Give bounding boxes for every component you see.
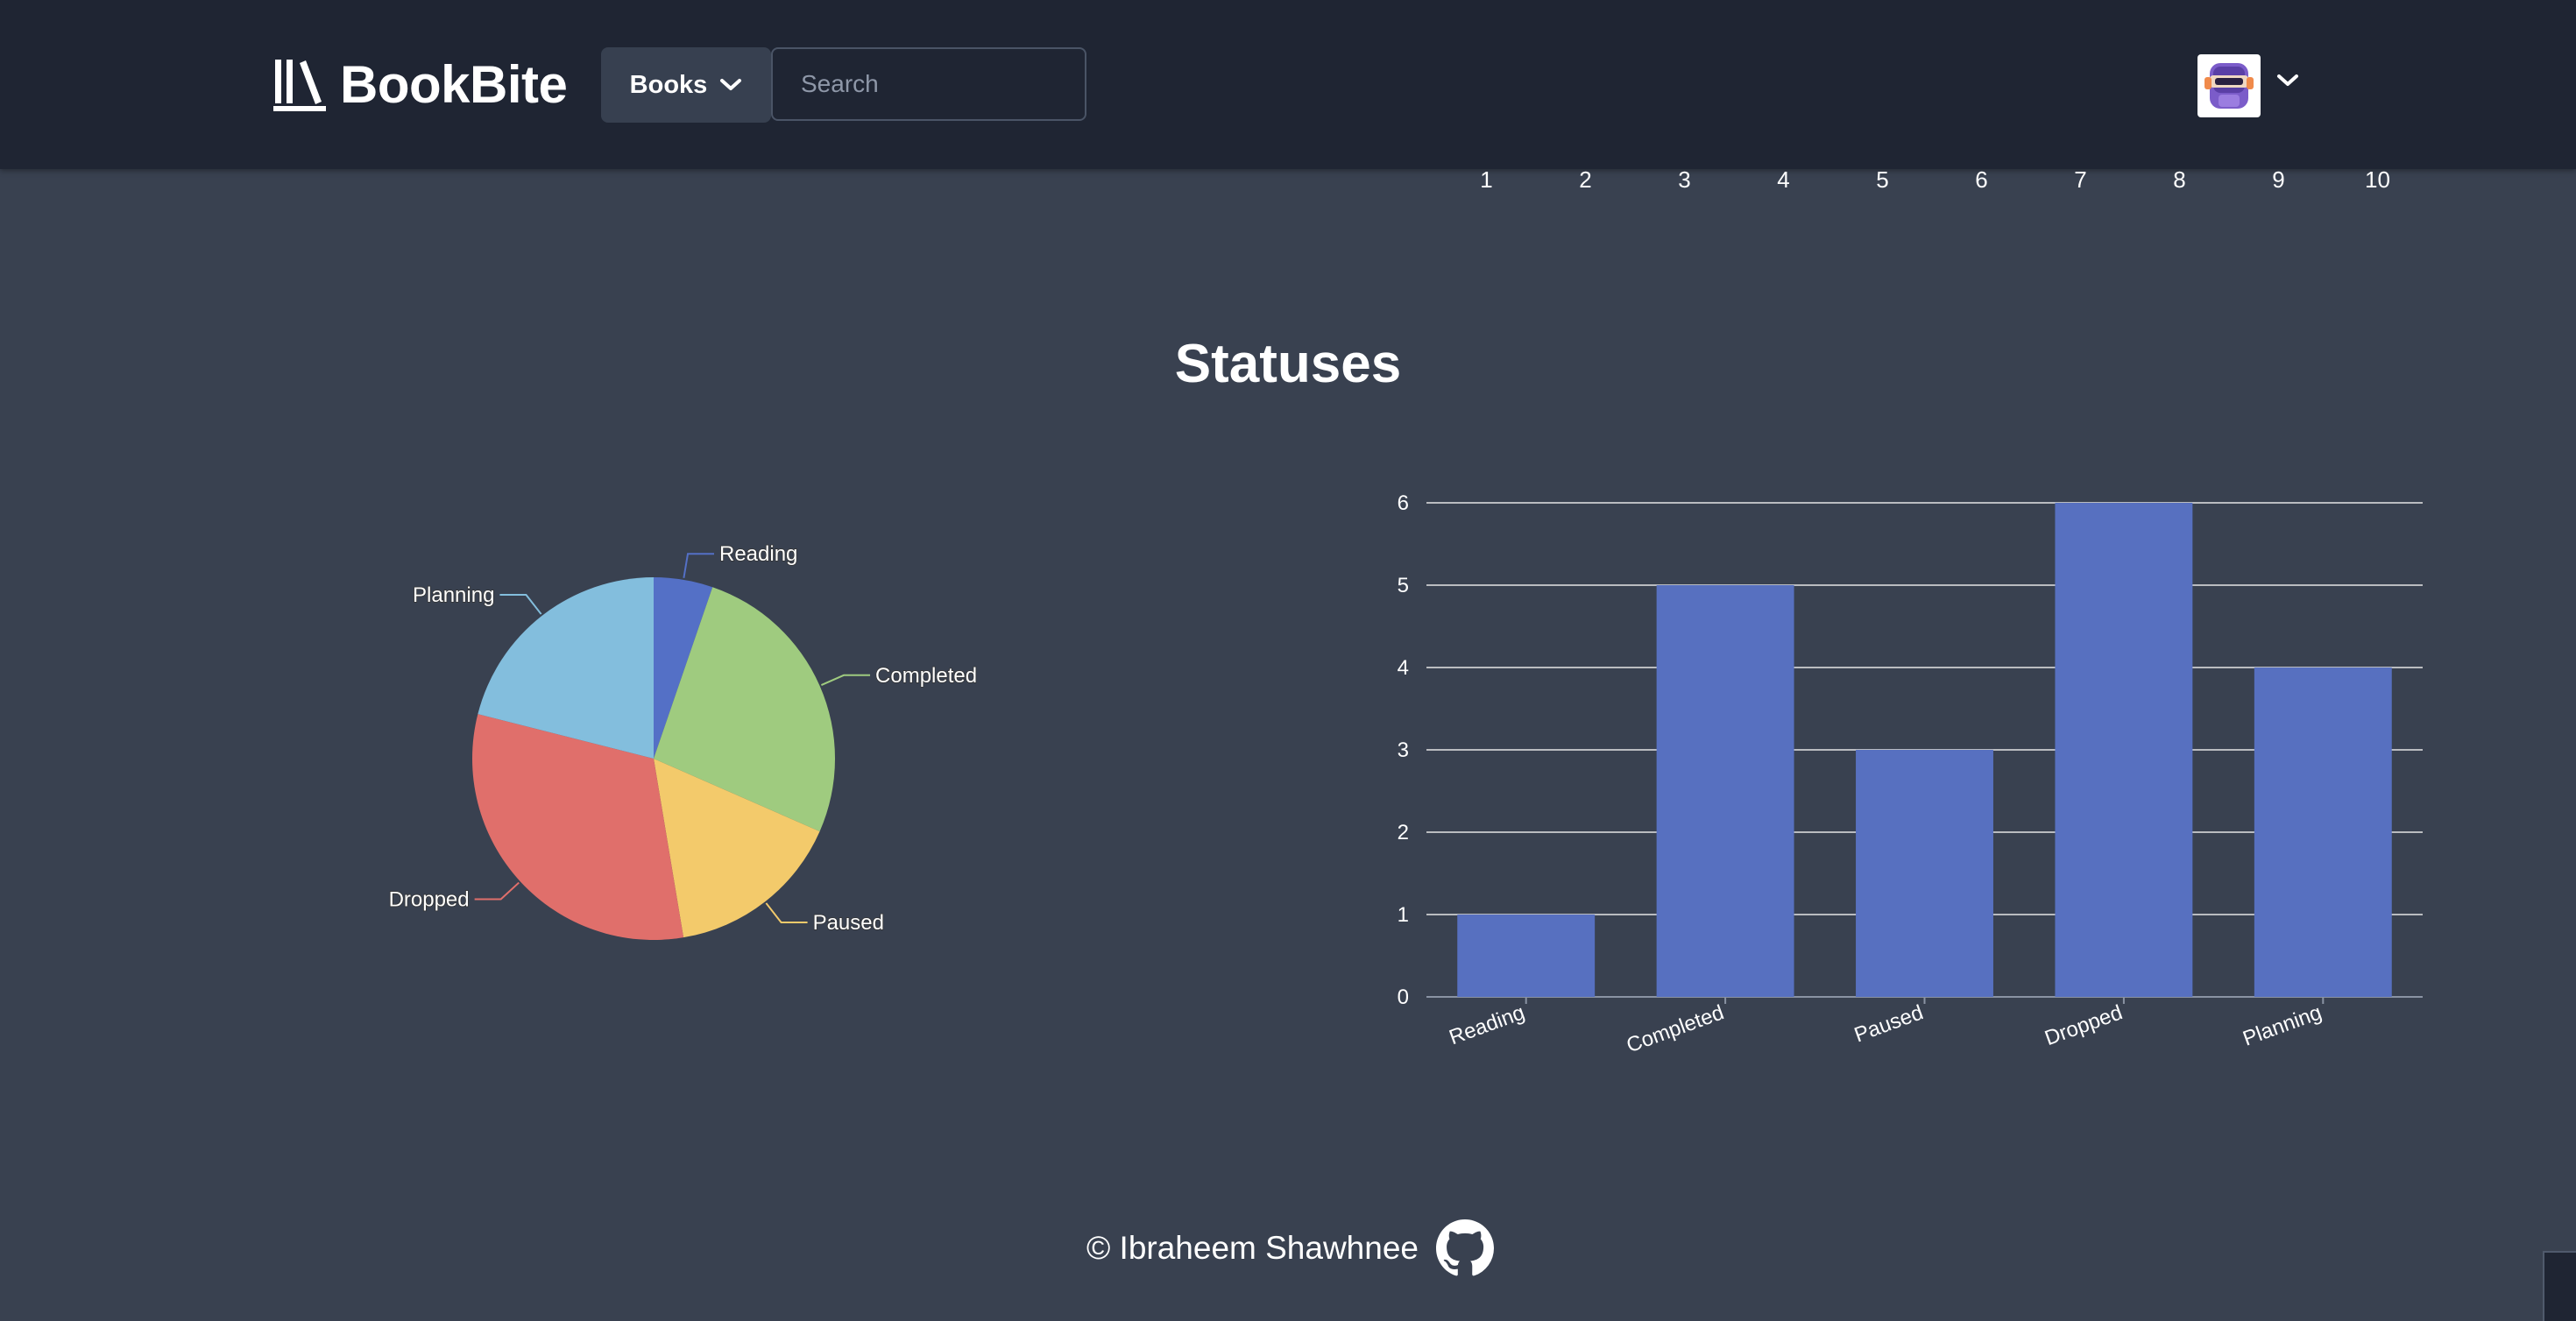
pie-label-reading: Reading [719, 542, 797, 566]
pie-label-line-completed [820, 674, 871, 686]
books-menu-label: Books [629, 70, 708, 99]
page-link[interactable]: 10 [2328, 166, 2427, 201]
y-tick-label: 3 [1398, 738, 1409, 762]
user-avatar[interactable] [2197, 54, 2261, 117]
page-link[interactable]: 4 [1734, 166, 1833, 201]
pie-label-paused: Paused [813, 911, 884, 935]
section-title: Statuses [1174, 334, 1402, 394]
pie-label-planning: Planning [413, 583, 494, 607]
chevron-down-icon [720, 79, 742, 90]
bar-dropped[interactable] [2055, 503, 2193, 997]
page-link[interactable]: 8 [2130, 166, 2229, 201]
books-icon [273, 60, 326, 111]
x-tick-label-completed: Completed [1624, 1000, 1727, 1057]
x-tick-label-reading: Reading [1447, 1000, 1528, 1049]
books-menu-button[interactable]: Books [601, 47, 771, 123]
bar-reading[interactable] [1457, 915, 1596, 997]
page-link[interactable]: 9 [2229, 166, 2328, 201]
x-tick-label-paused: Paused [1851, 1000, 1927, 1047]
y-tick-label: 4 [1398, 656, 1409, 680]
page-link[interactable]: 6 [1932, 166, 2031, 201]
y-tick-label: 1 [1398, 903, 1409, 927]
page-link[interactable]: 7 [2031, 166, 2130, 201]
account-chevron-down-icon[interactable] [2276, 74, 2299, 88]
brand-logo[interactable]: BookBite [273, 51, 568, 117]
pie-label-line-dropped [474, 881, 520, 901]
bar-planning[interactable] [2254, 668, 2392, 997]
status-bar-chart: 0 1 2 3 4 5 6 Reading Completed Paused Dropped Plan… [1398, 491, 2423, 1057]
status-pie-chart: Reading Completed Paused Dropped Planning [388, 541, 978, 940]
x-tick-label-planning: Planning [2240, 1000, 2325, 1050]
footer: © Ibraheem Shawhnee [1086, 1218, 1494, 1279]
bar-completed[interactable] [1656, 585, 1794, 997]
pie-label-line-paused [765, 902, 808, 924]
pie-label-completed: Completed [875, 664, 977, 688]
pie-label-dropped: Dropped [389, 888, 470, 912]
y-tick-label: 2 [1398, 821, 1409, 844]
github-icon[interactable] [1436, 1219, 1494, 1277]
corner-widget [2543, 1251, 2576, 1321]
pagination: 1 2 3 4 5 6 7 8 9 10 [1437, 166, 2427, 201]
y-tick-label: 5 [1398, 574, 1409, 597]
page-link[interactable]: 1 [1437, 166, 1536, 201]
y-tick-label: 6 [1398, 491, 1409, 515]
robot-avatar-icon [2204, 63, 2254, 109]
bar-paused[interactable] [1856, 750, 1993, 997]
page-link[interactable]: 3 [1635, 166, 1734, 201]
top-navbar: BookBite Books [0, 0, 2576, 169]
page-link[interactable]: 2 [1536, 166, 1635, 201]
brand-name: BookBite [340, 54, 568, 114]
search-input[interactable] [771, 47, 1086, 121]
x-tick-label-dropped: Dropped [2042, 1000, 2126, 1050]
y-tick-label: 0 [1398, 985, 1409, 1009]
page-link[interactable]: 5 [1833, 166, 1932, 201]
footer-copyright: © Ibraheem Shawhnee [1086, 1230, 1419, 1266]
pie-label-line-reading [683, 553, 715, 579]
pie-label-line-planning [499, 593, 542, 615]
